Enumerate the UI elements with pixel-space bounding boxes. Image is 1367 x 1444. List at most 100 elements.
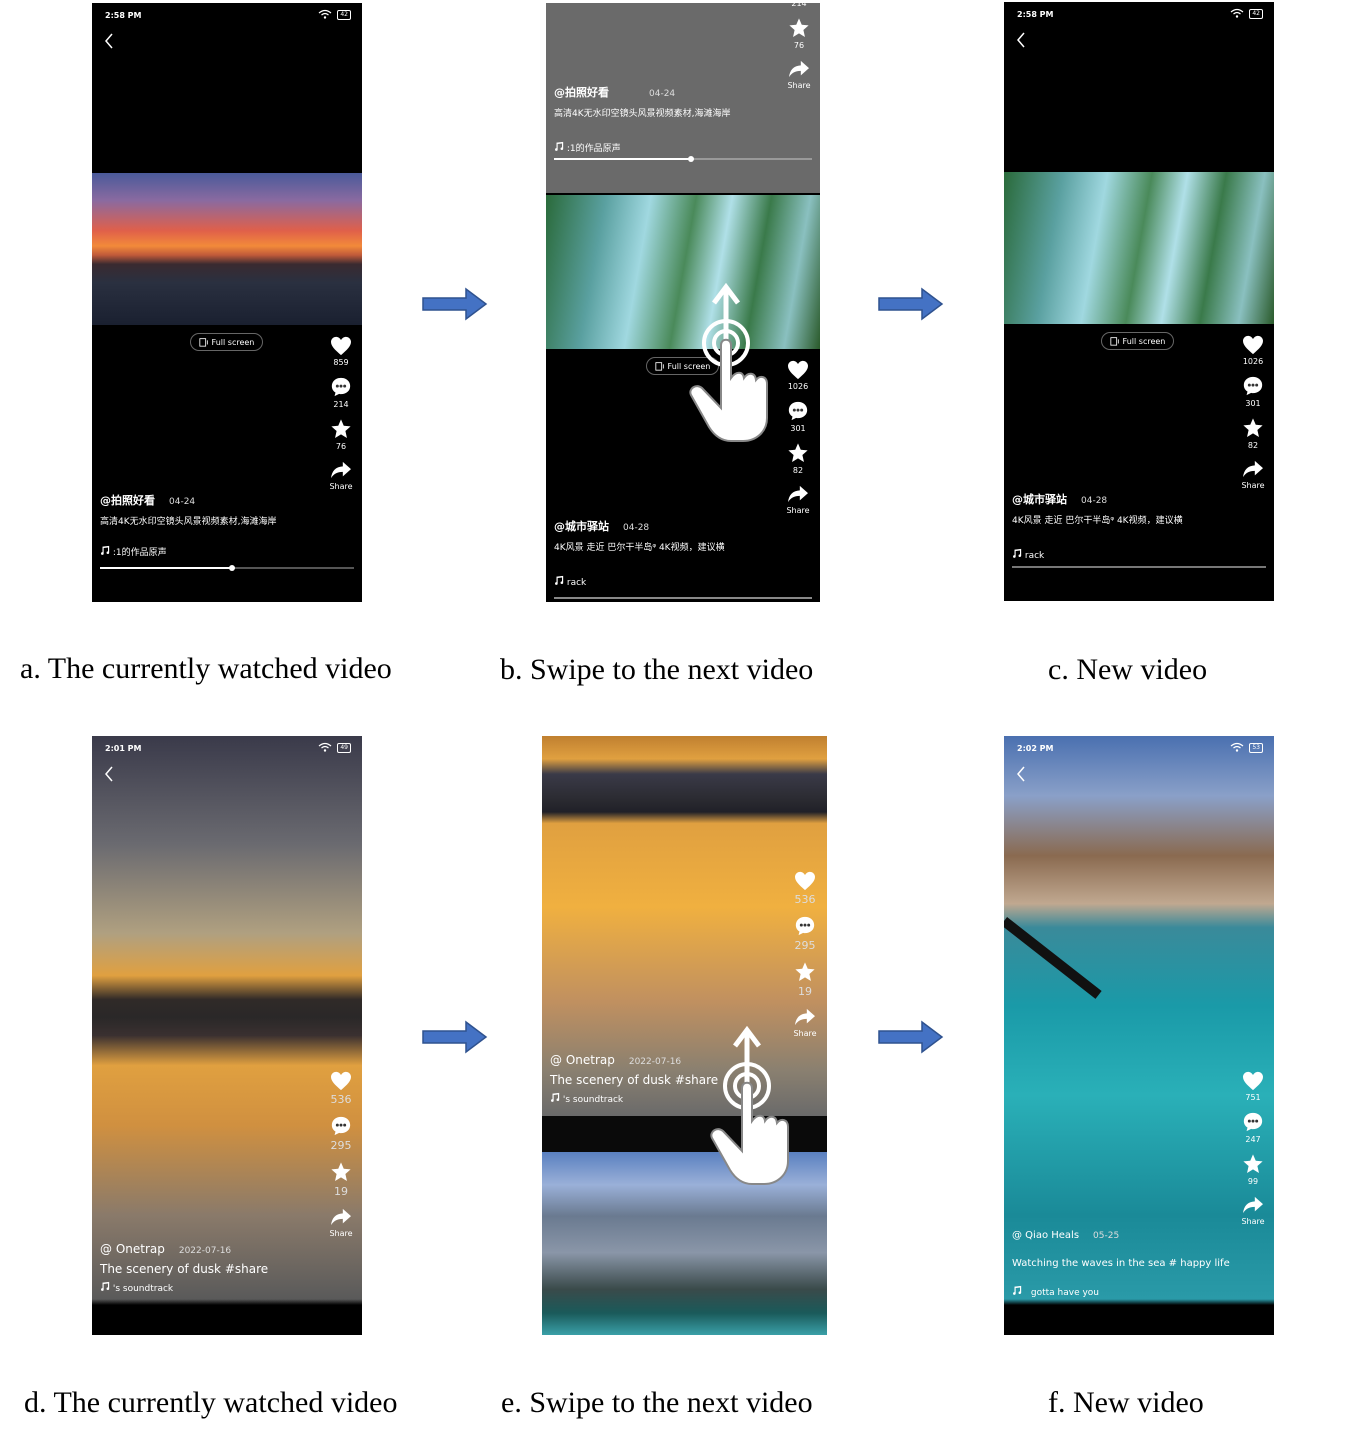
music-info[interactable]: rack [1012,548,1183,561]
author-name[interactable]: @ Qiao Heals [1012,1230,1079,1241]
star-icon [787,442,809,464]
favorite-button[interactable]: 99 [1236,1153,1270,1186]
video-sunset-sea[interactable] [92,173,362,325]
star-icon [1242,417,1264,439]
status-bar: 2:58 PM 42 [92,3,362,25]
like-button[interactable]: 1026 [781,360,815,391]
top-favorite-button[interactable]: 76 [782,17,816,50]
status-time: 2:01 PM [105,744,142,753]
action-rail: 1026 301 82 Share [781,360,815,524]
caption-e: e. Swipe to the next video [501,1386,813,1419]
like-count: 536 [330,1093,352,1106]
post-date: 05-25 [1093,1231,1120,1241]
progress-bar[interactable] [1012,566,1266,568]
progress-bar[interactable] [100,565,354,571]
progress-bar[interactable] [554,597,812,599]
top-share-button[interactable]: Share [782,59,816,90]
comment-button[interactable]: 295 [788,915,822,952]
share-icon [1242,459,1264,479]
heart-icon [1242,1071,1264,1091]
favorite-count: 19 [798,985,812,998]
video-description: The scenery of dusk #share [550,1073,719,1087]
battery-icon: 53 [1249,743,1263,753]
share-button[interactable]: Share [781,484,815,515]
share-button[interactable]: Share [1236,459,1270,490]
action-rail: 536 295 19 Share [788,871,822,1047]
like-count: 536 [794,893,816,906]
favorite-count: 99 [1247,1177,1259,1186]
full-screen-icon [199,337,209,347]
battery-icon: 42 [1249,9,1263,19]
music-info[interactable]: gotta have you [1012,1285,1230,1298]
caption-a: a. The currently watched video [20,652,392,685]
share-button[interactable]: Share [1236,1195,1270,1226]
top-progress-handle[interactable] [687,156,694,162]
full-screen-button[interactable]: Full screen [1101,332,1175,350]
music-info[interactable]: 's soundtrack [550,1092,718,1105]
share-button[interactable]: Share [324,1207,358,1238]
share-label: Share [1241,481,1265,490]
comment-button[interactable]: 295 [324,1115,358,1152]
top-progress-bar[interactable] [554,156,812,162]
music-info[interactable]: :1的作品原声 [100,545,277,558]
panel-c: 2:58 PM 42 Full screen 1026 301 82 Share… [1004,2,1274,601]
favorite-button[interactable]: 76 [324,418,358,451]
music-info[interactable]: rack [554,575,725,588]
author-name[interactable]: @城市驿站 [1012,493,1067,506]
caption-d: d. The currently watched video [24,1386,398,1419]
share-button[interactable]: Share [324,460,358,491]
progress-handle[interactable] [229,565,236,571]
favorite-count: 19 [334,1185,348,1198]
video-waterfall[interactable] [1004,172,1274,324]
favorite-button[interactable]: 19 [788,961,822,998]
favorite-button[interactable]: 82 [781,442,815,475]
share-icon [330,460,352,480]
comment-button[interactable]: 214 [324,376,358,409]
star-icon [794,961,816,983]
comment-count: 301 [1245,399,1261,408]
like-count: 1026 [787,382,809,391]
back-icon[interactable] [104,33,114,49]
caption-c: c. New video [1048,653,1208,686]
panel-a: 2:58 PM 42 Full screen 859 214 76 Share … [92,3,362,602]
music-title: :1的作品原声 [112,548,167,558]
like-button[interactable]: 536 [324,1071,358,1106]
top-music-info[interactable]: :1的作品原声 [554,141,731,154]
like-button[interactable]: 751 [1236,1071,1270,1102]
like-button[interactable]: 536 [788,871,822,906]
caption-f: f. New video [1048,1386,1204,1419]
comment-button[interactable]: 301 [1236,375,1270,408]
music-title: gotta have you [1030,1288,1100,1298]
favorite-button[interactable]: 19 [324,1161,358,1198]
back-icon[interactable] [104,766,114,782]
status-time: 2:02 PM [1017,744,1054,753]
comment-button[interactable]: 247 [1236,1111,1270,1144]
video-info: @ Qiao Heals 05-25 Watching the waves in … [1012,1223,1230,1298]
author-name[interactable]: @拍照好看 [100,494,155,507]
action-rail: 536 295 19 Share [324,1071,358,1247]
share-label: Share [329,1229,353,1238]
back-icon[interactable] [1016,32,1026,48]
like-button[interactable]: 1026 [1236,335,1270,366]
comment-button[interactable]: 301 [781,400,815,433]
author-name[interactable]: @城市驿站 [554,520,609,533]
post-date: 04-28 [1081,496,1108,506]
music-info[interactable]: 's soundtrack [100,1281,268,1294]
video-info: @ Onetrap 2022-07-16 The scenery of dusk … [550,1049,718,1105]
comment-count: 295 [330,1139,352,1152]
favorite-button[interactable]: 82 [1236,417,1270,450]
video-info: @ Onetrap 2022-07-16 The scenery of dusk … [100,1238,268,1294]
top-author-name[interactable]: @拍照好看 [554,86,609,99]
share-icon [794,1007,816,1027]
video-description: The scenery of dusk #share [100,1262,269,1276]
music-title: rack [566,578,587,588]
full-screen-button[interactable]: Full screen [190,333,264,351]
author-name[interactable]: @ Onetrap [550,1053,615,1067]
author-name[interactable]: @ Onetrap [100,1242,165,1256]
video-description: 4K风景 走近 巴尔干半岛ᵠ 4K视频，建议横 [554,543,725,553]
back-icon[interactable] [1016,766,1026,782]
swipe-hand-icon [702,1026,802,1186]
full-screen-icon [1110,336,1120,346]
wifi-icon [318,9,332,19]
like-button[interactable]: 859 [324,336,358,367]
